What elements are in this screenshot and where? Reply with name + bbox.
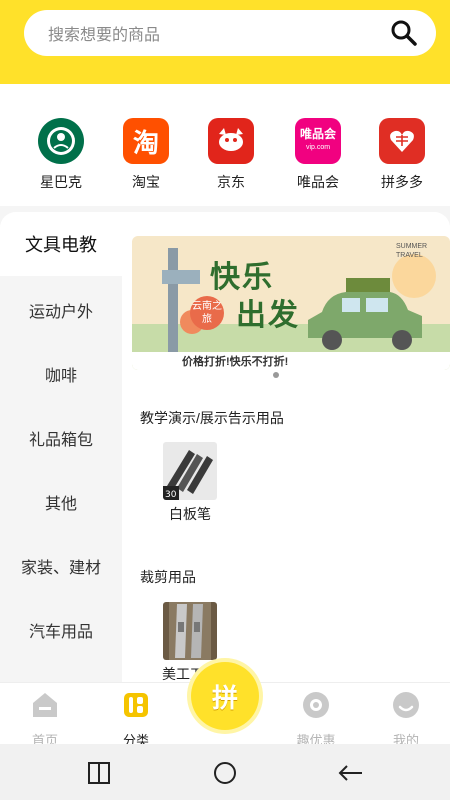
header: 搜索想要的商品 — [0, 0, 450, 84]
brand-starbucks[interactable]: 星巴克 — [21, 118, 101, 192]
vipshop-logo: 唯品会 vip.com — [295, 118, 341, 164]
sidebar-item-home-building[interactable]: 家装、建材 — [0, 534, 122, 598]
section-title: 裁剪用品 — [140, 569, 196, 585]
brand-label: 唯品会 — [297, 174, 339, 190]
banner-indicator — [273, 372, 279, 378]
sidebar-item-car[interactable]: 汽车用品 — [0, 598, 122, 662]
brand-label: 拼多多 — [381, 174, 423, 190]
banner-badge: 云南之旅 — [190, 296, 224, 330]
brand-label: 淘宝 — [132, 174, 160, 190]
tab-category[interactable]: 分类 — [101, 691, 171, 749]
tab-home[interactable]: 首页 — [10, 691, 80, 749]
category-content: 快乐 出发 云南之旅 SUMMER TRAVEL 价格打折!快乐不打折! 教学演… — [122, 212, 450, 682]
brand-label: 京东 — [217, 174, 245, 190]
sidebar-item-sports[interactable]: 运动户外 — [0, 278, 122, 342]
sidebar-item-coffee[interactable]: 咖啡 — [0, 342, 122, 406]
category-icon — [124, 693, 148, 717]
brand-pinduoduo[interactable]: 拼多多 — [362, 118, 442, 192]
product-image — [163, 602, 217, 660]
tab-discounts[interactable]: 趣优惠 — [281, 691, 351, 749]
tab-profile[interactable]: 我的 — [371, 691, 441, 749]
sidebar-item-gifts-bags[interactable]: 礼品箱包 — [0, 406, 122, 470]
pinduoduo-logo — [379, 118, 425, 164]
banner-tagline: 价格打折!快乐不打折! — [182, 356, 289, 368]
banner-sign: SUMMER TRAVEL — [396, 243, 428, 259]
vipshop-logo-sub: vip.com — [305, 144, 331, 151]
group-buy-button[interactable]: 拼 — [191, 662, 259, 730]
recent-apps-icon[interactable] — [84, 758, 114, 788]
system-nav-bar — [0, 744, 450, 800]
group-buy-glyph: 拼 — [211, 682, 238, 713]
search-icon[interactable] — [390, 19, 418, 47]
sidebar-item-stationery[interactable]: 文具电教 — [0, 212, 122, 276]
brand-jd[interactable]: 京东 — [191, 118, 271, 192]
category-sidebar: 文具电教 运动户外 咖啡 礼品箱包 其他 家装、建材 汽车用品 — [0, 212, 122, 682]
category-body: 文具电教 运动户外 咖啡 礼品箱包 其他 家装、建材 汽车用品 快乐 出发 云南… — [0, 212, 450, 682]
jd-logo — [208, 118, 254, 164]
home-button-icon[interactable] — [210, 758, 240, 788]
taobao-logo: 淘 — [123, 118, 169, 164]
back-icon[interactable] — [336, 758, 366, 788]
promo-banner[interactable]: 快乐 出发 云南之旅 SUMMER TRAVEL 价格打折!快乐不打折! — [132, 236, 450, 370]
product-image: 30 — [163, 442, 217, 500]
svg-text:30: 30 — [165, 490, 177, 500]
product-whiteboard-marker[interactable]: 30 白板笔 — [162, 442, 218, 524]
search-bar[interactable]: 搜索想要的商品 — [24, 10, 436, 56]
vipshop-logo-text: 唯品会 — [299, 127, 336, 141]
discount-icon — [303, 692, 329, 718]
sidebar-item-other[interactable]: 其他 — [0, 470, 122, 534]
section-title: 教学演示/展示告示用品 — [140, 410, 284, 426]
starbucks-logo — [38, 118, 84, 164]
product-name: 白板笔 — [169, 506, 211, 522]
search-input[interactable]: 搜索想要的商品 — [48, 21, 390, 45]
home-icon — [33, 693, 57, 717]
brand-shortcuts: 星巴克 淘 淘宝 京东 唯品会 vip.com 唯品会 拼多多 — [0, 84, 450, 206]
banner-headline-2: 出发 — [236, 299, 300, 332]
brand-taobao[interactable]: 淘 淘宝 — [106, 118, 186, 192]
profile-icon — [393, 692, 419, 718]
brand-vipshop[interactable]: 唯品会 vip.com 唯品会 — [278, 118, 358, 192]
brand-label: 星巴克 — [40, 174, 82, 190]
